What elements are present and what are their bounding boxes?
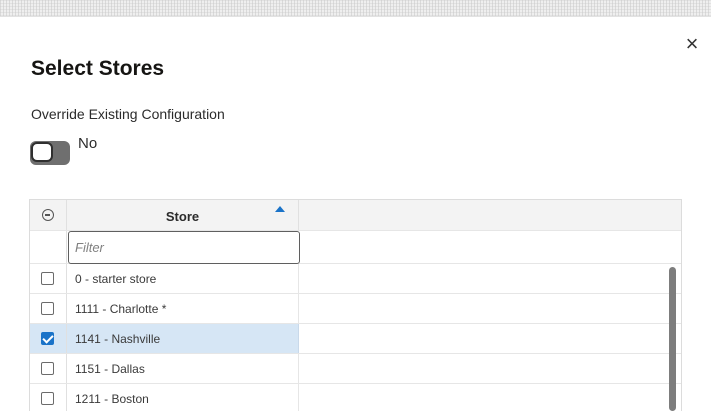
row-select-cell [30,324,67,353]
row-select-cell [30,354,67,383]
row-select-cell [30,294,67,323]
table-row[interactable]: 0 - starter store [30,264,681,294]
select-all-icon[interactable] [42,209,54,221]
store-name: 1211 - Boston [75,392,149,406]
store-cell[interactable]: 1151 - Dallas [67,354,299,383]
row-select-cell [30,384,67,411]
store-cell[interactable]: 1111 - Charlotte * [67,294,299,323]
row-select-cell [30,264,67,293]
row-checkbox[interactable] [41,392,54,405]
store-cell[interactable]: 1211 - Boston [67,384,299,411]
table-row[interactable]: 1141 - Nashville [30,324,681,354]
row-checkbox[interactable] [41,302,54,315]
table-row[interactable]: 1211 - Boston [30,384,681,411]
sort-ascending-icon[interactable] [275,206,285,212]
store-name: 1141 - Nashville [75,332,161,346]
row-checkbox[interactable] [41,272,54,285]
override-label: Override Existing Configuration [31,106,225,122]
row-checkbox[interactable] [41,362,54,375]
store-column-label: Store [165,209,200,224]
store-name: 1151 - Dallas [75,362,145,376]
table-row[interactable]: 1151 - Dallas [30,354,681,384]
grid-scrollbar[interactable] [669,267,676,411]
store-cell[interactable]: 0 - starter store [67,264,299,293]
table-row[interactable]: 1111 - Charlotte * [30,294,681,324]
override-toggle-value: No [78,135,98,152]
filter-select-cell [30,231,67,263]
store-name: 1111 - Charlotte * [75,302,167,316]
store-name: 0 - starter store [75,272,157,286]
store-filter-input[interactable] [68,231,300,264]
dialog-title: Select Stores [31,57,165,80]
grid-header-row: Store [30,200,681,231]
top-border-texture [0,0,711,17]
override-toggle[interactable] [30,141,70,165]
select-all-cell[interactable] [30,200,67,230]
row-checkbox[interactable] [41,332,54,345]
toggle-knob [31,142,53,162]
store-grid: Store 0 - starter store 1111 - Charlotte … [29,199,682,411]
store-cell[interactable]: 1141 - Nashville [67,324,299,353]
close-icon[interactable]: × [680,32,704,56]
store-column-header[interactable]: Store [67,200,299,230]
